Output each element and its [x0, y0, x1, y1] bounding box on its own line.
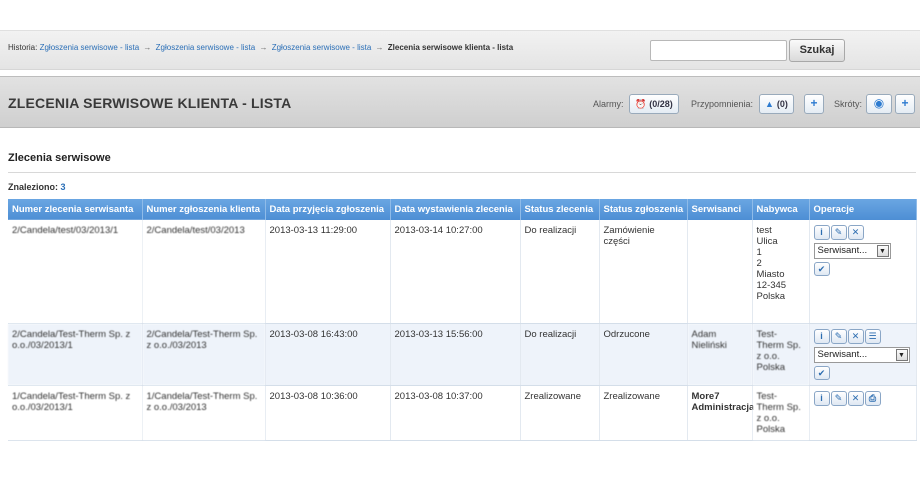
page-header: ZLECENIA SERWISOWE KLIENTA - LISTA Alarm… [0, 76, 920, 128]
table-row: 1/Candela/Test-Therm Sp. z o.o./03/2013/… [8, 385, 917, 441]
technician-select-value: Serwisant... [817, 348, 868, 360]
bell-icon: ▲ [765, 99, 774, 109]
info-icon[interactable]: i [813, 328, 830, 344]
buyer-cell: Test-Therm Sp. z o.o. Polska [752, 385, 810, 441]
search-input[interactable] [650, 40, 787, 61]
column-header[interactable]: Numer zgłoszenia klienta [142, 199, 266, 220]
request-status-cell: Odrzucone [599, 323, 688, 386]
date-issued-cell: 2013-03-14 10:27:00 [390, 220, 521, 324]
table-header-row: Numer zlecenia serwisanta Numer zgłoszen… [8, 199, 917, 220]
order-number-cell[interactable]: 1/Candela/Test-Therm Sp. z o.o./03/2013/… [8, 385, 143, 441]
breadcrumb-arrow: → [375, 43, 384, 52]
technicians-cell: More7 Administracja [687, 385, 754, 441]
table-row: 2/Candela/test/03/2013/1 2/Candela/test/… [8, 220, 917, 324]
request-status-cell: Zamówienie części [599, 220, 688, 324]
alarms-label: Alarmy: [593, 99, 624, 109]
shortcuts-button[interactable]: ◉ [866, 94, 892, 114]
breadcrumb-link-3[interactable]: Zgłoszenia serwisowe - lista [272, 43, 372, 52]
breadcrumb-bar: Historia: Zgłoszenia serwisowe - lista →… [0, 30, 920, 70]
reminders-button[interactable]: ▲ (0) [759, 94, 794, 114]
technicians-cell: Adam Nieliński [687, 323, 753, 386]
add-shortcut-button[interactable]: + [895, 94, 915, 114]
column-header[interactable]: Data przyjęcia zgłoszenia [265, 199, 391, 220]
order-status-cell: Do realizacji [520, 323, 600, 386]
request-status-cell: Zrealizowane [599, 385, 688, 441]
order-status-cell: Zrealizowane [520, 385, 600, 441]
technicians-cell [687, 220, 753, 324]
order-number-cell[interactable]: 2/Candela/test/03/2013/1 [8, 220, 143, 324]
orders-table: Numer zlecenia serwisanta Numer zgłoszen… [8, 199, 917, 441]
plus-icon: + [901, 96, 909, 110]
breadcrumb: Historia: Zgłoszenia serwisowe - lista →… [8, 43, 513, 52]
operations-cell: i ✎ ✕ ☰ Serwisant... ▼ ✔ [809, 323, 917, 386]
date-received-cell: 2013-03-08 10:36:00 [265, 385, 391, 441]
check-icon[interactable]: ✔ [813, 365, 830, 380]
page-title: ZLECENIA SERWISOWE KLIENTA - LISTA [8, 95, 292, 111]
operations-cell: i ✎ ✕ ⎙ [809, 385, 917, 441]
order-number-cell[interactable]: 2/Candela/Test-Therm Sp. z o.o./03/2013/… [8, 323, 143, 386]
alarm-clock-icon: ⏰ [635, 99, 647, 109]
target-icon: ◉ [873, 96, 885, 110]
list-icon[interactable]: ☰ [864, 328, 881, 344]
breadcrumb-arrow: → [259, 43, 268, 52]
column-header[interactable]: Status zgłoszenia [599, 199, 688, 220]
close-icon[interactable]: ✕ [847, 328, 864, 344]
column-header[interactable]: Status zlecenia [520, 199, 600, 220]
date-issued-cell: 2013-03-13 15:56:00 [390, 323, 521, 386]
technician-select[interactable]: Serwisant... ▼ [813, 243, 891, 259]
check-icon[interactable]: ✔ [813, 262, 830, 276]
date-issued-cell: 2013-03-08 10:37:00 [390, 385, 521, 441]
buyer-cell: Test-Therm Sp. z o.o. Polska [752, 323, 810, 386]
technician-select[interactable]: Serwisant... ▼ [813, 346, 910, 363]
shortcuts-label: Skróty: [834, 99, 863, 109]
reminders-count: (0) [776, 99, 788, 109]
info-icon[interactable]: i [813, 390, 830, 406]
column-header[interactable]: Serwisanci [687, 199, 753, 220]
buyer-cell: test Ulica 1 2 Miasto 12-345 Polska [752, 220, 810, 324]
found-count: Znaleziono: 3 [8, 182, 66, 192]
request-number-cell[interactable]: 2/Candela/test/03/2013 [142, 220, 266, 324]
breadcrumb-current: Zlecenia serwisowe klienta - lista [387, 43, 514, 52]
operations-cell: i ✎ ✕ Serwisant... ▼ ✔ [809, 220, 917, 324]
pencil-icon[interactable]: ✎ [830, 390, 847, 406]
breadcrumb-prefix: Historia: [8, 43, 38, 52]
info-icon[interactable]: i [813, 225, 830, 240]
pencil-icon[interactable]: ✎ [830, 225, 847, 240]
plus-icon: + [810, 96, 818, 110]
request-number-cell[interactable]: 1/Candela/Test-Therm Sp. z o.o./03/2013 [142, 385, 266, 441]
breadcrumb-link-1[interactable]: Zgłoszenia serwisowe - lista [40, 43, 140, 52]
pencil-icon[interactable]: ✎ [830, 328, 847, 344]
search-button[interactable]: Szukaj [789, 39, 845, 62]
column-header[interactable]: Numer zlecenia serwisanta [8, 199, 143, 220]
technician-select-value: Serwisant... [817, 245, 868, 256]
date-received-cell: 2013-03-13 11:29:00 [265, 220, 391, 324]
column-header[interactable]: Data wystawienia zlecenia [390, 199, 521, 220]
breadcrumb-arrow: → [143, 43, 152, 52]
breadcrumb-link-2[interactable]: Zgłoszenia serwisowe - lista [156, 43, 256, 52]
section-divider [8, 172, 916, 173]
found-label: Znaleziono: [8, 182, 58, 192]
close-icon[interactable]: ✕ [847, 225, 864, 240]
table-row: 2/Candela/Test-Therm Sp. z o.o./03/2013/… [8, 323, 917, 386]
column-header[interactable]: Nabywca [752, 199, 810, 220]
alarms-button[interactable]: ⏰ (0/28) [629, 94, 679, 114]
chevron-down-icon: ▼ [895, 348, 908, 361]
add-reminder-button[interactable]: + [804, 94, 824, 114]
order-status-cell: Do realizacji [520, 220, 600, 324]
request-number-cell[interactable]: 2/Candela/Test-Therm Sp. z o.o./03/2013 [142, 323, 266, 386]
close-icon[interactable]: ✕ [847, 390, 864, 406]
printer-icon[interactable]: ⎙ [864, 390, 881, 406]
section-title: Zlecenia serwisowe [8, 152, 111, 164]
column-header: Operacje [809, 199, 917, 220]
reminders-label: Przypomnienia: [691, 99, 754, 109]
found-number: 3 [60, 182, 66, 192]
date-received-cell: 2013-03-08 16:43:00 [265, 323, 391, 386]
alarms-count: (0/28) [649, 99, 673, 109]
chevron-down-icon: ▼ [876, 245, 889, 257]
